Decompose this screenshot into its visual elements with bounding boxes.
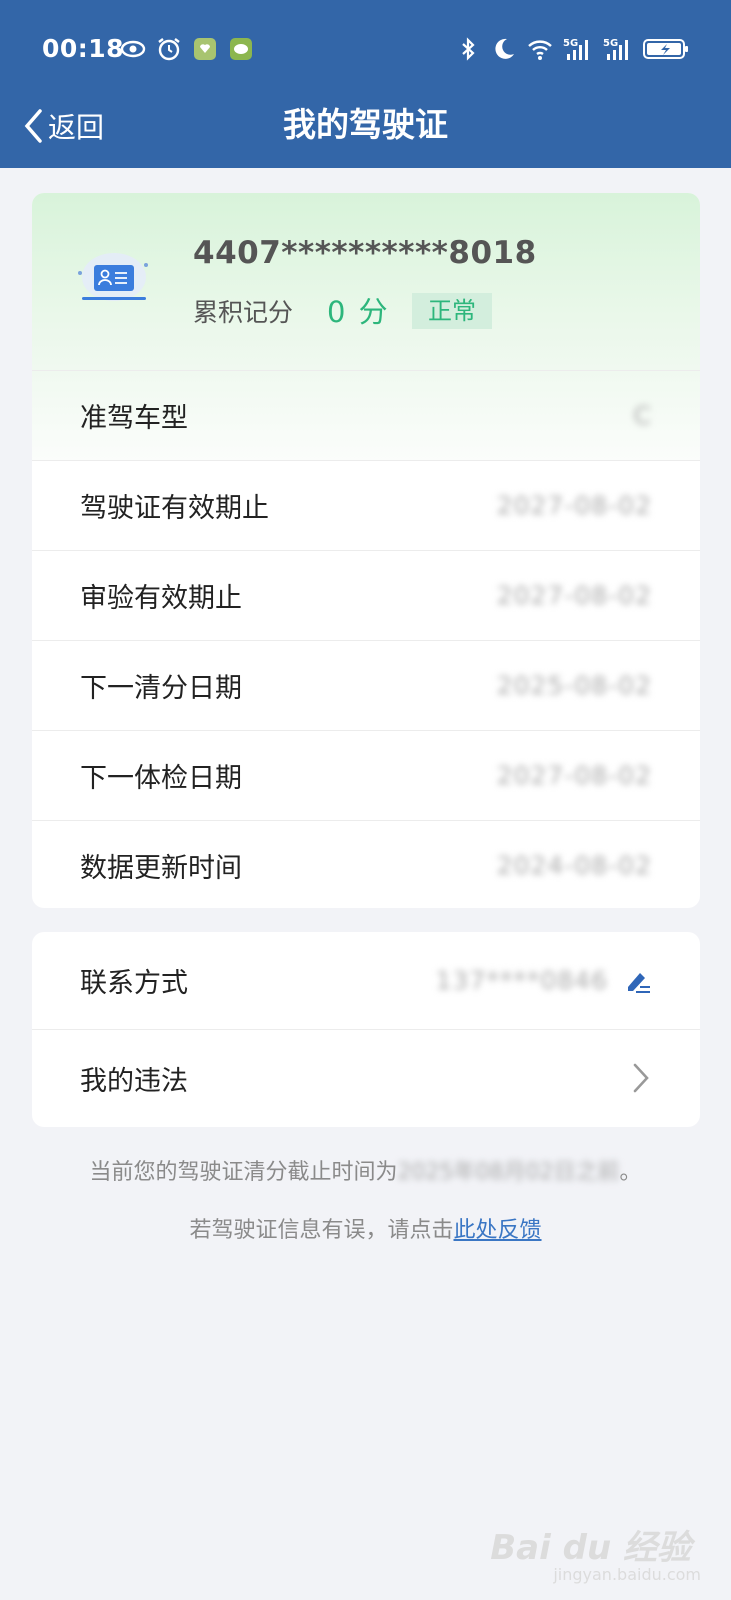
- points-label: 累积记分: [193, 298, 294, 327]
- status-time: 00:18: [42, 34, 125, 63]
- info-label: 下一体检日期: [80, 763, 242, 794]
- feedback-link[interactable]: 此处反馈: [454, 1218, 542, 1243]
- license-number: 4407**********8018: [193, 235, 537, 271]
- info-label: 审验有效期止: [80, 583, 242, 614]
- contact-label: 联系方式: [80, 968, 188, 999]
- info-label: 驾驶证有效期止: [80, 493, 269, 524]
- status-badge: 正常: [412, 293, 492, 329]
- contact-row[interactable]: 联系方式 137****0846: [32, 932, 700, 1029]
- feedback-prefix: 若驾驶证信息有误，请点击: [189, 1218, 454, 1243]
- violations-row[interactable]: 我的违法: [32, 1029, 700, 1126]
- contact-right: 137****0846: [436, 966, 652, 995]
- edit-icon[interactable]: [624, 967, 652, 995]
- battery-icon: [643, 39, 688, 59]
- status-right-icons: 5G 5G: [455, 36, 689, 62]
- notice-prefix: 当前您的驾驶证清分截止时间为: [89, 1160, 398, 1185]
- app-header: 00:18 5G 5G 返回 我的驾驶证: [0, 0, 731, 168]
- feedback-notice: 若驾驶证信息有误，请点击此处反馈: [0, 1212, 731, 1244]
- info-label: 数据更新时间: [80, 853, 242, 884]
- violations-label: 我的违法: [80, 1065, 188, 1097]
- info-value: C: [633, 401, 652, 430]
- notice-deadline: 2025年08月02日之前: [397, 1160, 620, 1185]
- chevron-right-icon: [633, 1063, 649, 1093]
- signal-5g-icon: 5G: [563, 38, 588, 60]
- bluetooth-icon: [462, 37, 475, 61]
- signal-5g-icon: 5G: [603, 38, 628, 60]
- notice-suffix: 。: [619, 1160, 642, 1185]
- info-label: 下一清分日期: [80, 673, 242, 704]
- info-value: 2027-08-02: [496, 761, 652, 790]
- contact-value: 137****0846: [435, 966, 608, 995]
- info-label: 准驾车型: [80, 403, 188, 434]
- info-row-license-expiry: 驾驶证有效期止 2027-08-02: [32, 460, 700, 550]
- wifi-icon: [528, 40, 552, 60]
- info-row-data-updated: 数据更新时间 2024-08-02: [32, 820, 700, 908]
- license-card: 4407**********8018 累积记分 0 分 正常 准驾车型 C 驾驶…: [32, 193, 700, 908]
- actions-card: 联系方式 137****0846 我的违法: [32, 932, 700, 1127]
- info-value: 2025-08-02: [496, 671, 652, 700]
- info-row-review-expiry: 审验有效期止 2027-08-02: [32, 550, 700, 640]
- svg-text:5G: 5G: [563, 38, 578, 49]
- eye-icon: [120, 40, 146, 58]
- info-row-next-checkup-date: 下一体检日期 2027-08-02: [32, 730, 700, 820]
- license-card-icon: [78, 253, 148, 301]
- info-row-next-clear-date: 下一清分日期 2025-08-02: [32, 640, 700, 730]
- svg-text:5G: 5G: [603, 38, 618, 49]
- baidu-watermark: Bai du 经验: [490, 1528, 691, 1568]
- info-value: 2027-08-02: [496, 581, 652, 610]
- alarm-icon: [158, 38, 180, 61]
- page-title: 我的驾驶证: [283, 105, 448, 144]
- clear-deadline-notice: 当前您的驾驶证清分截止时间为2025年08月02日之前。: [0, 1154, 731, 1186]
- license-summary: 4407**********8018 累积记分 0 分 正常: [32, 193, 700, 370]
- moon-icon: [495, 38, 514, 59]
- info-value: 2027-08-02: [496, 491, 652, 520]
- status-bar: 00:18 5G 5G: [0, 0, 731, 100]
- status-left-icons: [120, 36, 254, 62]
- points-value: 0 分: [327, 295, 390, 329]
- message-badge-icon: [230, 38, 252, 60]
- info-row-vehicle-class: 准驾车型 C: [32, 370, 700, 460]
- info-value: 2024-08-02: [496, 851, 652, 880]
- baidu-watermark-url: jingyan.baidu.com: [553, 1565, 701, 1584]
- app-badge-icon: [194, 38, 216, 60]
